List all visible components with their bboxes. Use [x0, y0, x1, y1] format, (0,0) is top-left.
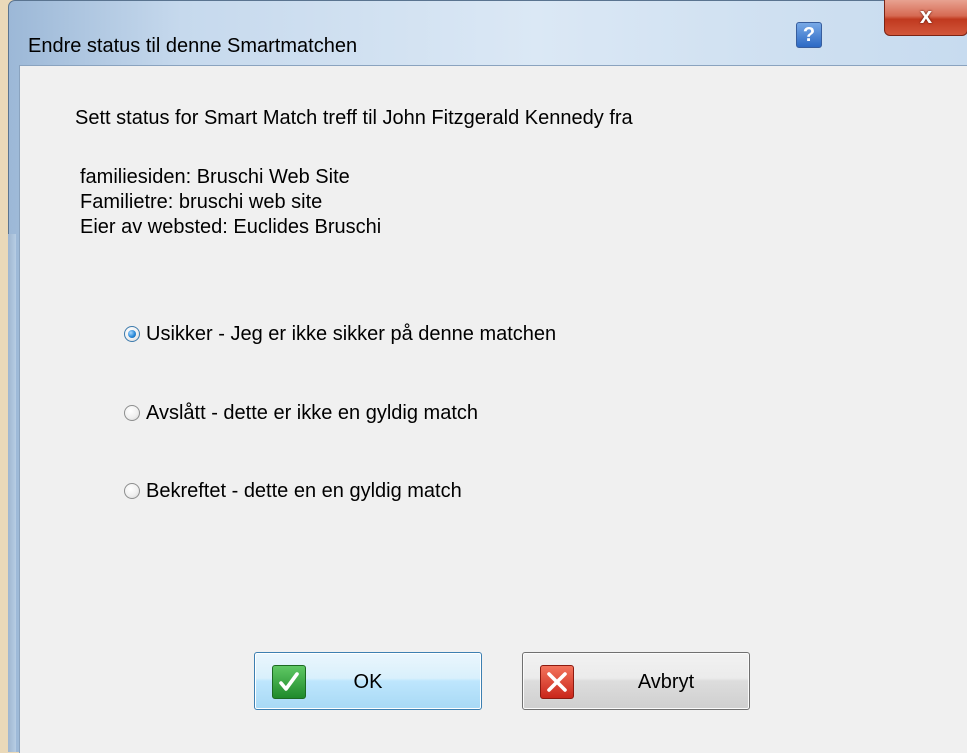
question-mark-icon: ? — [802, 24, 816, 46]
radio-option-confirmed[interactable]: Bekreftet - dette en en gyldig match — [124, 477, 462, 505]
window-title: Endre status til denne Smartmatchen — [28, 35, 358, 57]
title-bar: Endre status til denne Smartmatchen ? x — [9, 0, 967, 62]
radio-label-rejected: Avslått - dette er ikke en gyldig match — [146, 401, 479, 424]
radio-button-unchecked[interactable] — [124, 405, 140, 421]
radio-option-uncertain[interactable]: Usikker - Jeg er ikke sikker på denne ma… — [124, 320, 556, 348]
cancel-button[interactable]: Avbryt — [522, 652, 750, 710]
cancel-button-label: Avbryt — [637, 671, 695, 693]
detail-site-owner: Eier av websted: Euclides Bruschi — [80, 216, 382, 238]
dialog-window: Endre status til denne Smartmatchen ? x … — [8, 0, 967, 753]
ok-button[interactable]: OK — [254, 652, 482, 710]
radio-button-unchecked[interactable] — [124, 483, 140, 499]
x-mark-icon — [540, 665, 574, 699]
ok-button-label: OK — [353, 671, 383, 693]
close-button[interactable]: x — [884, 0, 967, 36]
window-edge — [8, 234, 16, 752]
close-icon: x — [919, 3, 933, 28]
dialog-content: Sett status for Smart Match treff til Jo… — [19, 65, 967, 753]
intro-text: Sett status for Smart Match treff til Jo… — [75, 107, 633, 129]
detail-family-site: familiesiden: Bruschi Web Site — [80, 166, 350, 188]
detail-family-tree: Familietre: bruschi web site — [80, 191, 323, 213]
radio-option-rejected[interactable]: Avslått - dette er ikke en gyldig match — [124, 399, 478, 427]
radio-button-checked[interactable] — [124, 326, 140, 342]
radio-label-uncertain: Usikker - Jeg er ikke sikker på denne ma… — [146, 322, 557, 345]
radio-label-confirmed: Bekreftet - dette en en gyldig match — [146, 479, 462, 502]
help-button[interactable]: ? — [796, 22, 822, 48]
